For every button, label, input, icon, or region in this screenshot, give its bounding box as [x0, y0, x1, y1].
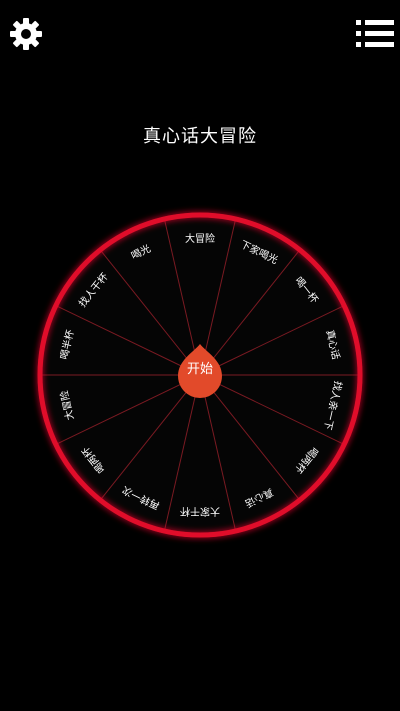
- wheel-segment-label: 大家干杯: [180, 505, 220, 518]
- list-icon[interactable]: [356, 18, 394, 50]
- gear-icon[interactable]: [8, 16, 44, 52]
- page-title: 真心话大冒险: [143, 126, 257, 147]
- wheel-segment-label: 大冒险: [185, 232, 215, 245]
- top-bar: [0, 0, 400, 70]
- spin-button[interactable]: [172, 342, 228, 398]
